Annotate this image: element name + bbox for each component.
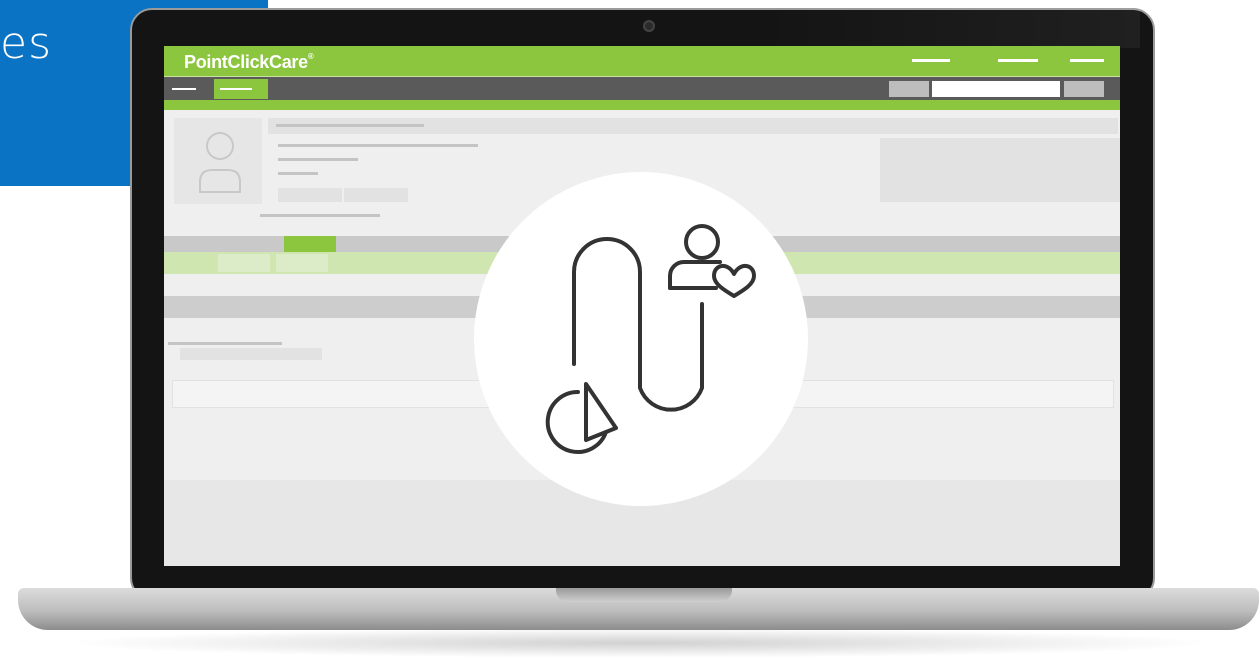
top-nav-item-3[interactable]: [1070, 59, 1104, 62]
sub-tab-2[interactable]: [276, 254, 328, 272]
logo-registered-mark: ®: [307, 52, 314, 61]
filter-field[interactable]: [180, 348, 322, 360]
laptop-notch: [556, 588, 732, 602]
section-line: [168, 342, 282, 345]
webcam-icon: [643, 20, 655, 32]
top-nav-item-2[interactable]: [998, 59, 1038, 62]
resident-info-line: [278, 144, 478, 147]
lid-reflection: [760, 8, 1140, 48]
app-header: PointClickCare®: [164, 46, 1120, 76]
avatar: [174, 118, 262, 204]
search-button[interactable]: [1064, 81, 1104, 97]
resident-info-line: [278, 172, 318, 175]
care-journey-icon: [545, 224, 756, 454]
resident-details-table: [880, 138, 1120, 202]
person-icon: [684, 224, 720, 260]
resident-name-placeholder: [276, 124, 424, 127]
nav-menu-2[interactable]: [214, 79, 268, 99]
main-nav-bar: [164, 76, 1120, 101]
unit-select[interactable]: [344, 188, 408, 202]
status-select[interactable]: [278, 188, 342, 202]
search-input[interactable]: [932, 81, 1060, 97]
journey-path: [572, 237, 704, 412]
search-type-select[interactable]: [889, 81, 929, 97]
info-line: [260, 214, 380, 217]
resident-info-line: [278, 158, 358, 161]
banner-text: es: [0, 18, 52, 69]
avatar-icon: [199, 132, 241, 193]
green-divider: [164, 100, 1120, 110]
heart-icon: [712, 264, 756, 298]
sub-tab-1[interactable]: [218, 254, 270, 272]
pie-chart-icon: [584, 382, 618, 442]
nav-menu-1[interactable]: [168, 79, 210, 99]
tab-active[interactable]: [284, 236, 336, 252]
top-nav-item-1[interactable]: [912, 59, 950, 62]
app-logo[interactable]: PointClickCare®: [184, 52, 314, 73]
laptop-shadow: [60, 628, 1220, 658]
logo-text: PointClickCare: [184, 52, 308, 72]
